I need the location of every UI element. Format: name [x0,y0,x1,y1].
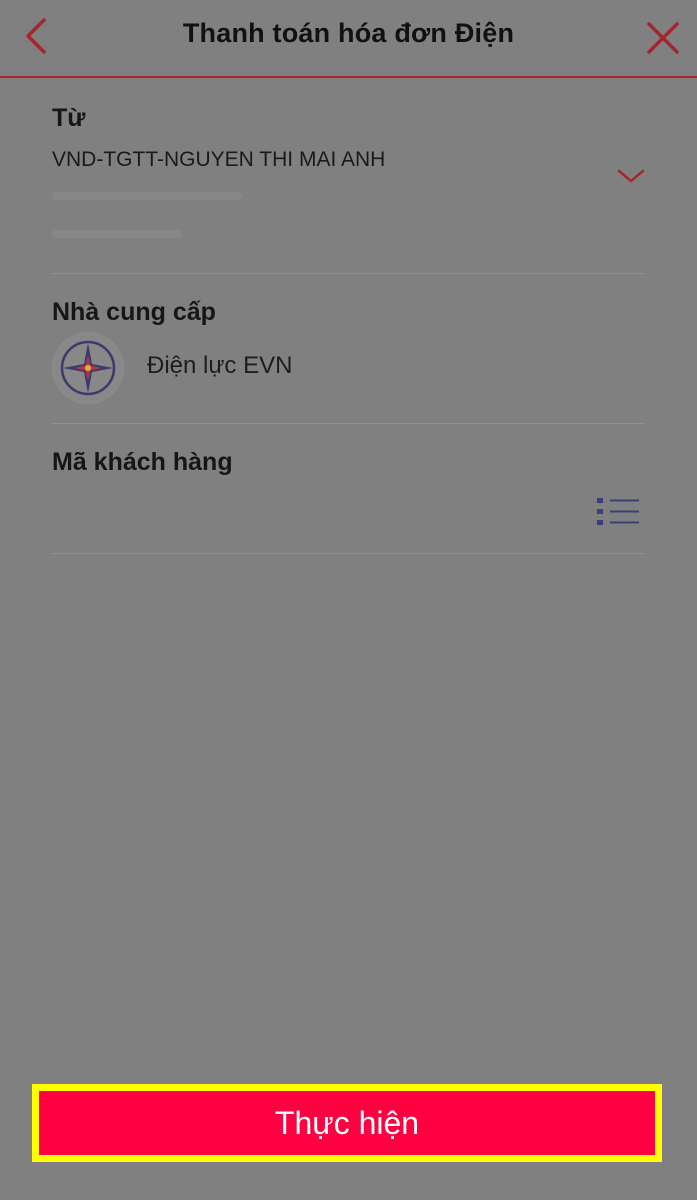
customer-code-input[interactable] [52,490,582,536]
customer-list-button[interactable] [597,496,639,528]
provider-section: Nhà cung cấp Điện lực EVN [52,298,645,424]
close-button[interactable] [643,18,683,58]
provider-select[interactable]: Điện lực EVN [52,330,645,406]
header-bar: Thanh toán hóa đơn Điện [0,0,697,78]
chevron-down-icon [617,169,645,183]
provider-name: Điện lực EVN [147,352,293,379]
list-icon [597,498,639,525]
customer-code-label: Mã khách hàng [52,448,233,476]
evn-logo-icon [52,332,124,404]
submit-button[interactable]: Thực hiện [39,1091,655,1155]
close-icon [647,22,679,54]
customer-section: Mã khách hàng [52,448,645,554]
from-section: Từ VND-TGTT-NGUYEN THI MAI ANH [52,100,645,274]
masked-account-balance [52,230,182,238]
masked-account-number [52,192,242,200]
submit-highlight: Thực hiện [32,1084,662,1162]
source-account-name: VND-TGTT-NGUYEN THI MAI ANH [52,148,386,171]
provider-label: Nhà cung cấp [52,298,216,326]
from-label: Từ [52,104,86,132]
source-account-select[interactable]: VND-TGTT-NGUYEN THI MAI ANH [52,148,645,258]
page-title: Thanh toán hóa đơn Điện [182,18,515,48]
